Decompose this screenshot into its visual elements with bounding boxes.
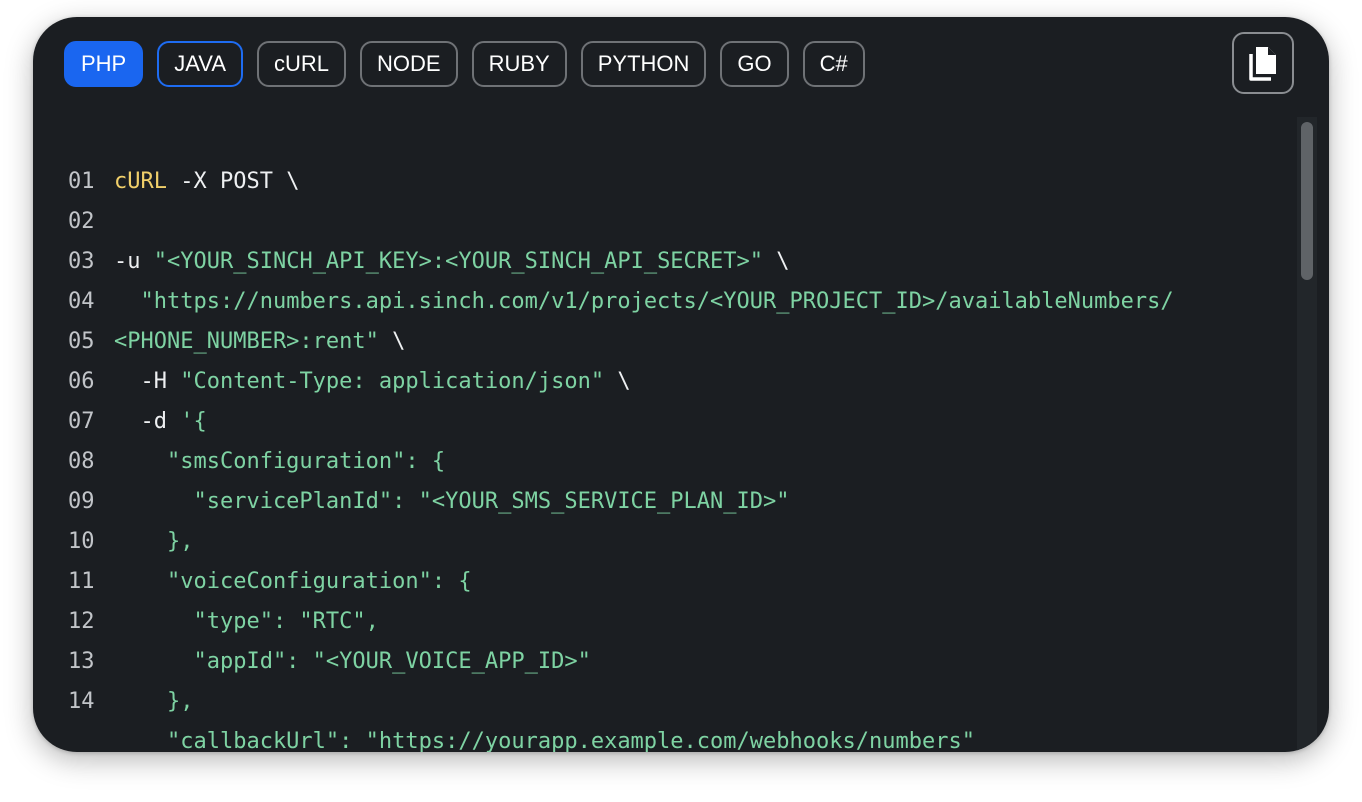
code-token: "Content-Type: application/json" bbox=[180, 369, 605, 394]
code-line: 14 }, bbox=[33, 682, 1297, 722]
code-text: "appId": "<YOUR_VOICE_APP_ID>" bbox=[114, 642, 591, 682]
code-line: "callbackUrl": "https://yourapp.example.… bbox=[33, 722, 1297, 752]
line-number: 14 bbox=[68, 689, 95, 714]
copy-icon bbox=[1249, 47, 1276, 81]
code-token: "callbackUrl": "https://yourapp.example.… bbox=[114, 729, 975, 752]
line-number: 10 bbox=[68, 529, 95, 554]
line-number: 03 bbox=[68, 249, 95, 274]
line-number: 08 bbox=[68, 449, 95, 474]
code-text: "callbackUrl": "https://yourapp.example.… bbox=[114, 722, 975, 752]
line-number: 13 bbox=[68, 649, 95, 674]
code-token: -X POST \ bbox=[166, 169, 300, 194]
line-number: 05 bbox=[68, 329, 95, 354]
line-number: 01 bbox=[68, 169, 95, 194]
code-token: }, bbox=[114, 529, 194, 554]
code-line: 05 <PHONE_NUMBER>:rent" \ bbox=[33, 322, 1297, 362]
tab-curl[interactable]: cURL bbox=[257, 41, 347, 87]
code-line: 02 bbox=[33, 202, 1297, 242]
tab-node[interactable]: NODE bbox=[360, 41, 458, 87]
line-number: 02 bbox=[68, 209, 95, 234]
code-line: 08 "smsConfiguration": { bbox=[33, 442, 1297, 482]
line-number: 06 bbox=[68, 369, 95, 394]
scrollbar-thumb[interactable] bbox=[1301, 122, 1313, 280]
code-line: 11 "voiceConfiguration": { bbox=[33, 562, 1297, 602]
code-token: <PHONE_NUMBER>:rent" bbox=[114, 329, 379, 354]
code-token: "appId": "<YOUR_VOICE_APP_ID>" bbox=[114, 649, 591, 674]
code-line: 10 }, bbox=[33, 522, 1297, 562]
code-token: -H bbox=[114, 369, 181, 394]
code-text: -d '{ bbox=[114, 402, 207, 442]
code-line: 06 -H "Content-Type: application/json" \ bbox=[33, 362, 1297, 402]
code-text: -H "Content-Type: application/json" \ bbox=[114, 362, 631, 402]
code-text: "servicePlanId": "<YOUR_SMS_SERVICE_PLAN… bbox=[114, 482, 790, 522]
code-token: '{ bbox=[180, 409, 207, 434]
line-number: 09 bbox=[68, 489, 95, 514]
code-text: }, bbox=[114, 522, 194, 562]
code-token: "smsConfiguration": { bbox=[114, 449, 446, 474]
code-text: cURL -X POST \ bbox=[114, 162, 299, 202]
line-number: 12 bbox=[68, 609, 95, 634]
code-text: "voiceConfiguration": { bbox=[114, 562, 472, 602]
code-token: "voiceConfiguration": { bbox=[114, 569, 472, 594]
code-text: }, bbox=[114, 682, 194, 722]
code-text: "smsConfiguration": { bbox=[114, 442, 445, 482]
code-token: cURL bbox=[114, 169, 167, 194]
code-line: 09 "servicePlanId": "<YOUR_SMS_SERVICE_P… bbox=[33, 482, 1297, 522]
tab-ruby[interactable]: RUBY bbox=[471, 41, 567, 87]
tab-csharp[interactable]: C# bbox=[802, 41, 865, 87]
code-token: \ bbox=[378, 329, 406, 354]
line-number: 04 bbox=[68, 289, 95, 314]
code-token: -d bbox=[114, 409, 181, 434]
line-number: 07 bbox=[68, 409, 95, 434]
code-block[interactable]: 01 cURL -X POST \ 02 03 -u "<YOUR_SINCH_API_… bbox=[33, 145, 1297, 752]
tab-go[interactable]: GO bbox=[720, 41, 789, 87]
tab-java[interactable]: JAVA bbox=[157, 41, 244, 87]
code-line: 07 -d '{ bbox=[33, 402, 1297, 442]
code-line: 13 "appId": "<YOUR_VOICE_APP_ID>" bbox=[33, 642, 1297, 682]
code-line: 01 cURL -X POST \ bbox=[33, 162, 1297, 202]
code-token: }, bbox=[114, 689, 194, 714]
line-number: 11 bbox=[68, 569, 95, 594]
tab-python[interactable]: PYTHON bbox=[580, 41, 707, 87]
code-snippet-panel: PHP JAVA cURL NODE RUBY PYTHON GO C# 01 cURL -X … bbox=[33, 17, 1329, 752]
code-text: "https://numbers.api.sinch.com/v1/projec… bbox=[114, 282, 1174, 322]
code-token: "https://numbers.api.sinch.com/v1/projec… bbox=[140, 289, 1174, 314]
code-text: "type": "RTC", bbox=[114, 602, 379, 642]
code-token: "servicePlanId": "<YOUR_SMS_SERVICE_PLAN… bbox=[114, 489, 790, 514]
code-line: 03 -u "<YOUR_SINCH_API_KEY>:<YOUR_SINCH_A… bbox=[33, 242, 1297, 282]
code-scrollbar[interactable] bbox=[1297, 117, 1317, 752]
code-line: 04 "https://numbers.api.sinch.com/v1/pro… bbox=[33, 282, 1297, 322]
language-tabs: PHP JAVA cURL NODE RUBY PYTHON GO C# bbox=[64, 41, 865, 87]
code-token: "type": "RTC", bbox=[114, 609, 379, 634]
code-text: <PHONE_NUMBER>:rent" \ bbox=[114, 322, 405, 362]
code-token: \ bbox=[604, 369, 631, 394]
tab-php[interactable]: PHP bbox=[64, 41, 144, 87]
code-text: -u "<YOUR_SINCH_API_KEY>:<YOUR_SINCH_API… bbox=[114, 242, 790, 282]
code-token: "<YOUR_SINCH_API_KEY>:<YOUR_SINCH_API_SE… bbox=[153, 249, 764, 274]
copy-button[interactable] bbox=[1232, 32, 1294, 94]
code-line: 12 "type": "RTC", bbox=[33, 602, 1297, 642]
code-token: -u bbox=[114, 249, 154, 274]
code-token: \ bbox=[763, 249, 790, 274]
